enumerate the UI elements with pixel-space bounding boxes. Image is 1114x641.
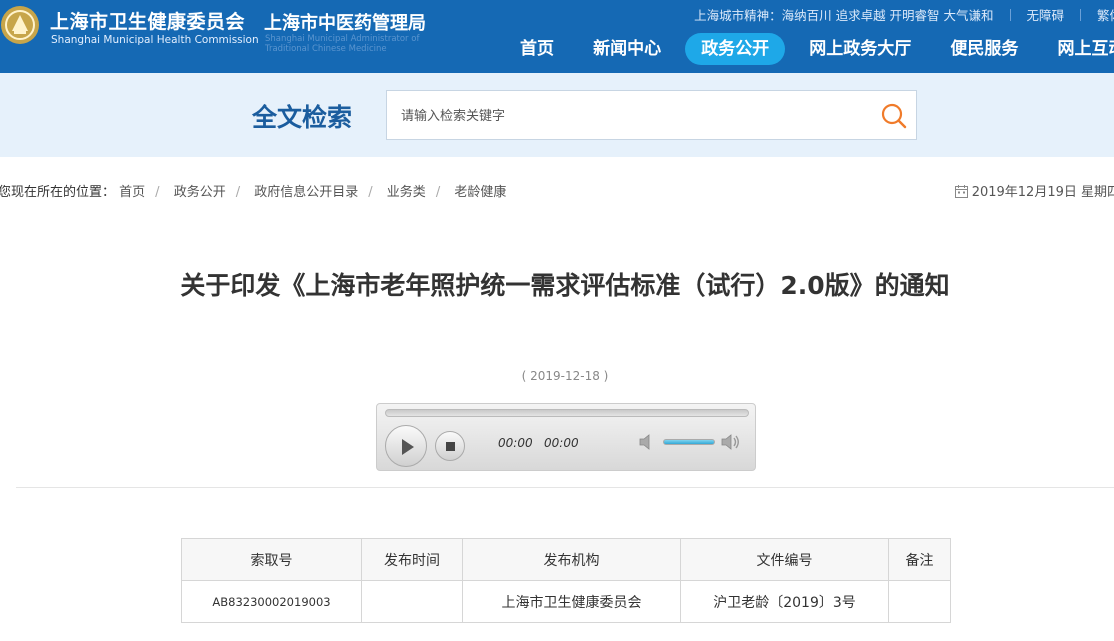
org2-name[interactable]: 上海市中医药管理局 — [264, 9, 426, 35]
search-section: 全文检索 — [0, 73, 1114, 157]
breadcrumb-separator: / — [368, 185, 373, 200]
nav-online-services-hall[interactable]: 网上政务大厅 — [794, 33, 926, 65]
cell-publisher: 上海市卫生健康委员会 — [462, 580, 681, 623]
search-input[interactable] — [401, 104, 861, 128]
volume-slider[interactable] — [663, 439, 715, 445]
breadcrumb-business[interactable]: 业务类 — [387, 185, 426, 200]
breadcrumb-government-affairs[interactable]: 政务公开 — [174, 185, 226, 200]
header-publish-time: 发布时间 — [361, 538, 463, 581]
stop-button[interactable] — [435, 431, 465, 461]
top-links: 上海城市精神：海纳百川 追求卓越 开明睿智 大气谦和 无障碍 繁体 — [694, 5, 1114, 24]
cell-publish-time — [361, 580, 463, 623]
site-header: 上海市卫生健康委员会 Shanghai Municipal Health Com… — [0, 0, 1114, 73]
volume-max-icon[interactable] — [721, 434, 741, 450]
audio-progress-bar[interactable] — [385, 409, 749, 417]
health-commission-logo[interactable] — [0, 5, 40, 45]
search-title: 全文检索 — [252, 103, 353, 132]
current-date-text: 2019年12月19日 星期四 — [971, 185, 1114, 200]
org-name-en: Shanghai Municipal Health Commission — [51, 34, 259, 46]
header-index-number: 索取号 — [181, 538, 362, 581]
table-row: AB83230002019003 上海市卫生健康委员会 沪卫老龄〔2019〕3号 — [181, 580, 951, 623]
current-time: 00:00 — [498, 436, 533, 450]
search-box — [386, 90, 917, 140]
article-title: 关于印发《上海市老年照护统一需求评估标准（试行）2.0版》的通知 — [180, 271, 950, 300]
calendar-icon — [954, 185, 968, 198]
breadcrumb-prefix: 您现在所在的位置： — [0, 185, 116, 200]
main-nav: 首页 新闻中心 政务公开 网上政务大厅 便民服务 网上互动 — [505, 33, 1114, 65]
org-name[interactable]: 上海市卫生健康委员会 — [50, 7, 245, 34]
breadcrumb-separator: / — [235, 185, 241, 200]
duration: 00:00 — [544, 436, 579, 450]
cell-document-number: 沪卫老龄〔2019〕3号 — [680, 580, 889, 623]
search-icon[interactable] — [880, 102, 908, 130]
nav-public-services[interactable]: 便民服务 — [935, 33, 1033, 65]
current-date: 2019年12月19日 星期四 — [954, 181, 1114, 200]
cell-remarks — [888, 580, 951, 623]
nav-home[interactable]: 首页 — [505, 33, 569, 65]
org2-name-en: Shanghai Municipal Administrator of Trad… — [265, 34, 420, 54]
accessibility-link[interactable]: 无障碍 — [1027, 8, 1065, 23]
audio-player: 00:00 00:00 — [376, 403, 756, 471]
breadcrumb-elderly-health[interactable]: 老龄健康 — [454, 185, 506, 200]
breadcrumb-separator: / — [155, 185, 160, 200]
article-date: ( 2019-12-18 ) — [521, 369, 609, 383]
header-publisher: 发布机构 — [462, 538, 681, 581]
table-header-row: 索取号 发布时间 发布机构 文件编号 备注 — [181, 538, 951, 581]
nav-news-center[interactable]: 新闻中心 — [578, 33, 676, 65]
document-meta-table: 索取号 发布时间 发布机构 文件编号 备注 AB83230002019003 上… — [181, 538, 951, 623]
section-divider — [16, 487, 1114, 488]
header-remarks: 备注 — [888, 538, 951, 581]
header-document-number: 文件编号 — [680, 538, 889, 581]
nav-online-interaction[interactable]: 网上互动 — [1042, 33, 1114, 65]
cell-index-number: AB83230002019003 — [181, 580, 362, 623]
breadcrumb: 您现在所在的位置： 首页 / 政务公开 / 政府信息公开目录 / 业务类 / 老龄健康 — [0, 181, 506, 200]
divider — [1080, 9, 1081, 21]
volume-mute-icon[interactable] — [639, 434, 657, 450]
breadcrumb-info-catalog[interactable]: 政府信息公开目录 — [254, 185, 358, 200]
nav-government-affairs[interactable]: 政务公开 — [685, 33, 786, 65]
traditional-chinese-link[interactable]: 繁体 — [1097, 8, 1114, 23]
breadcrumb-separator: / — [435, 185, 441, 200]
city-motto: 上海城市精神：海纳百川 追求卓越 开明睿智 大气谦和 — [694, 8, 994, 23]
breadcrumb-home[interactable]: 首页 — [119, 185, 145, 200]
divider — [1009, 9, 1011, 21]
play-button[interactable] — [385, 425, 427, 467]
